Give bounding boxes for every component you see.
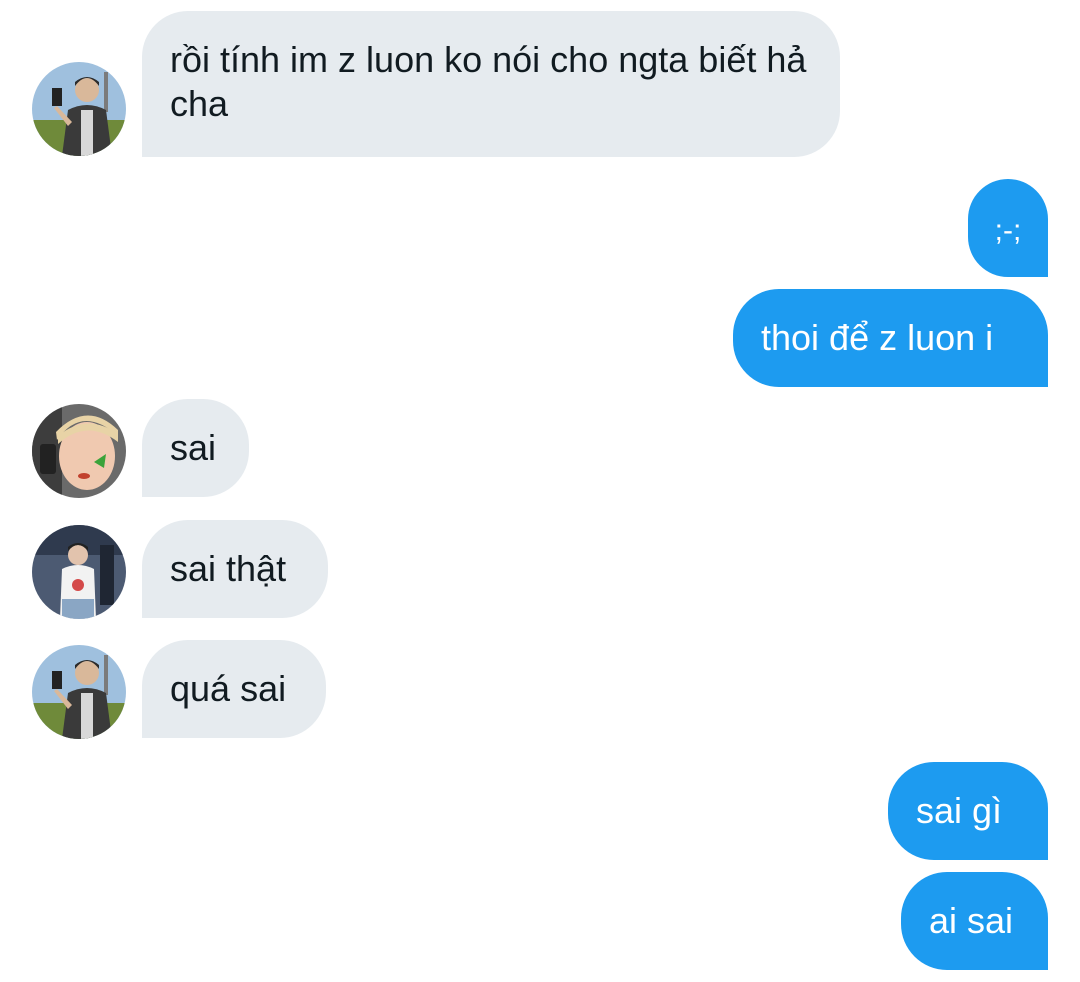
user-photo-icon <box>32 62 126 156</box>
message-text: sai <box>170 427 217 468</box>
message-bubble-incoming[interactable]: sai thật <box>142 520 328 618</box>
message-text: ;-; <box>994 214 1022 247</box>
message-text: quá sai <box>170 668 287 709</box>
message-bubble-incoming[interactable]: sai <box>142 399 249 497</box>
message-bubble-outgoing[interactable]: ;-; <box>968 179 1048 277</box>
message-bubble-outgoing[interactable]: ai sai <box>901 872 1048 970</box>
user-photo-icon <box>32 645 126 739</box>
avatar[interactable] <box>32 525 126 619</box>
message-bubble-incoming[interactable]: rồi tính im z luon ko nói cho ngta biết … <box>142 11 840 157</box>
avatar[interactable] <box>32 645 126 739</box>
user-photo-icon <box>32 525 126 619</box>
message-bubble-incoming[interactable]: quá sai <box>142 640 326 738</box>
message-text: sai gì <box>916 790 1003 831</box>
message-thread: rồi tính im z luon ko nói cho ngta biết … <box>0 0 1080 982</box>
message-text: ai sai <box>929 900 1014 941</box>
message-text: thoi để z luon i <box>761 317 994 358</box>
avatar[interactable] <box>32 62 126 156</box>
message-text: sai thật <box>170 548 287 589</box>
message-bubble-outgoing[interactable]: sai gì <box>888 762 1048 860</box>
avatar[interactable] <box>32 404 126 498</box>
message-bubble-outgoing[interactable]: thoi để z luon i <box>733 289 1048 387</box>
message-text: rồi tính im z luon ko nói cho ngta biết … <box>170 39 807 124</box>
user-photo-icon <box>32 404 126 498</box>
